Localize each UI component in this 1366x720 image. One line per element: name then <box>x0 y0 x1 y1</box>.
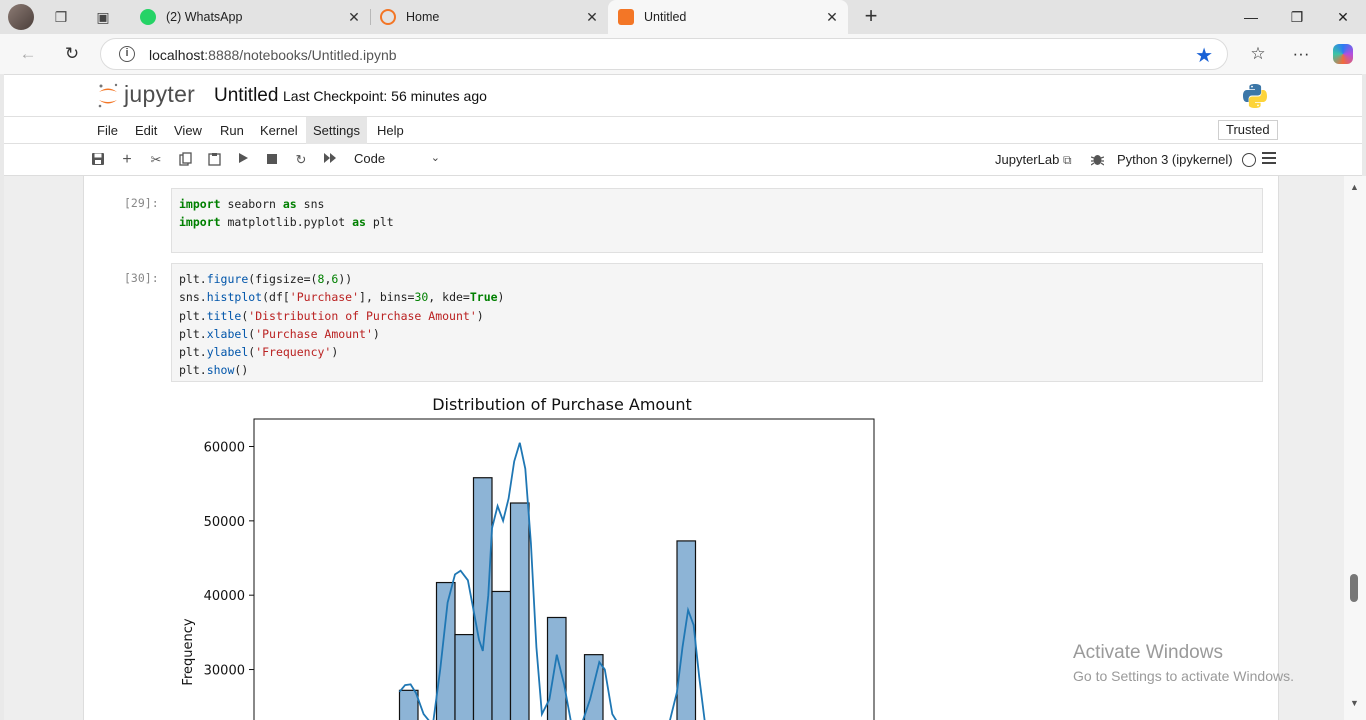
restore-button[interactable]: ❐ <box>1274 0 1320 34</box>
watermark-title: Activate Windows <box>1073 642 1223 663</box>
histogram-bar <box>454 633 475 720</box>
checkpoint-status: Last Checkpoint: 56 minutes ago <box>283 88 487 104</box>
menu-view[interactable]: View <box>167 117 209 144</box>
histogram-bar <box>472 477 493 720</box>
profile-avatar[interactable] <box>8 4 34 30</box>
more-menu-icon[interactable]: ··· <box>1290 44 1312 64</box>
restart-icon[interactable]: ↻ <box>293 152 309 168</box>
scrollbar-thumb[interactable] <box>1350 574 1358 602</box>
copilot-icon[interactable] <box>1333 44 1353 64</box>
vertical-tabs-icon[interactable]: ▣ <box>94 8 112 26</box>
favorites-icon[interactable]: ☆ <box>1247 44 1269 64</box>
scroll-up-icon[interactable]: ▲ <box>1350 182 1359 192</box>
close-icon[interactable]: ✕ <box>346 9 362 25</box>
jupyter-header: jupyter Untitled Last Checkpoint: 56 min… <box>4 74 1362 116</box>
notebook-sheet: [29]: import seaborn as sns import matpl… <box>83 176 1279 720</box>
favorite-star-icon[interactable]: ★ <box>1195 43 1213 68</box>
copy-icon[interactable] <box>177 152 193 168</box>
menu-edit[interactable]: Edit <box>128 117 164 144</box>
menu-kernel[interactable]: Kernel <box>253 117 305 144</box>
y-tick-label: 30000 <box>204 664 245 679</box>
y-axis-label: Frequency <box>181 618 196 685</box>
histogram-bar <box>491 590 512 720</box>
python-logo-icon <box>1243 84 1267 108</box>
add-cell-icon[interactable]: + <box>119 152 135 168</box>
site-info-icon[interactable]: i <box>119 46 135 62</box>
run-icon[interactable] <box>235 152 251 168</box>
vertical-scrollbar[interactable]: ▲ ▼ <box>1344 176 1366 720</box>
y-axis: 30000 40000 50000 60000 <box>204 441 254 679</box>
histogram-bar <box>676 540 697 720</box>
tab-title: Home <box>406 10 440 24</box>
output-plot: Distribution of Purchase Amount 30000 400… <box>181 395 875 720</box>
menu-bar: File Edit View Run Kernel Settings Help … <box>4 116 1362 144</box>
notebook-panel: [29]: import seaborn as sns import matpl… <box>4 176 1344 720</box>
menu-settings[interactable]: Settings <box>306 117 367 144</box>
y-tick-label: 40000 <box>204 589 245 604</box>
scroll-down-icon[interactable]: ▼ <box>1350 698 1359 708</box>
chart-title: Distribution of Purchase Amount <box>432 395 692 414</box>
histogram-bar <box>435 581 456 720</box>
workspaces-icon[interactable]: ❐ <box>52 8 70 26</box>
histogram-bar <box>509 502 530 720</box>
cut-icon[interactable]: ✂ <box>148 152 164 168</box>
jupyter-logo-icon <box>98 83 118 108</box>
back-button[interactable]: ← <box>18 44 38 64</box>
notebook-toolbar: + ✂ ↻ Code ⌄ JupyterLab ⧉ Python 3 (ipyk… <box>4 144 1362 176</box>
new-tab-button[interactable]: + <box>860 5 882 27</box>
url-text[interactable]: localhost:8888/notebooks/Untitled.ipynb <box>149 47 397 63</box>
tab-whatsapp[interactable]: (2) WhatsApp ✕ <box>130 0 370 34</box>
tab-home[interactable]: Home ✕ <box>370 0 608 34</box>
menu-icon[interactable] <box>1262 152 1276 166</box>
kernel-status-icon <box>1242 153 1256 167</box>
browser-tab-bar: ❐ ▣ (2) WhatsApp ✕ Home ✕ Untitled ✕ + —… <box>0 0 1366 34</box>
cell-type-select[interactable]: Code ⌄ <box>354 151 446 169</box>
y-tick-label: 60000 <box>204 441 245 456</box>
close-window-button[interactable]: ✕ <box>1320 0 1366 34</box>
kernel-name[interactable]: Python 3 (ipykernel) <box>1117 152 1233 167</box>
menu-help[interactable]: Help <box>370 117 411 144</box>
histogram-bar <box>398 689 419 720</box>
jupyterlab-link[interactable]: JupyterLab ⧉ <box>995 152 1072 168</box>
address-bar-row: ← ↻ i localhost:8888/notebooks/Untitled.… <box>0 34 1366 74</box>
y-tick-label: 50000 <box>204 515 245 530</box>
url-bar[interactable]: i localhost:8888/notebooks/Untitled.ipyn… <box>100 38 1228 70</box>
close-icon[interactable]: ✕ <box>584 9 600 25</box>
whatsapp-icon <box>140 9 156 25</box>
tab-title: Untitled <box>644 10 687 24</box>
jupyter-icon <box>380 9 396 25</box>
notebook-title[interactable]: Untitled <box>214 85 278 107</box>
histogram-bar <box>546 616 567 720</box>
stop-icon[interactable] <box>264 152 280 168</box>
chevron-down-icon: ⌄ <box>430 152 440 164</box>
close-icon[interactable]: ✕ <box>824 9 840 25</box>
debugger-icon[interactable] <box>1089 152 1105 168</box>
watermark-subtitle: Go to Settings to activate Windows. <box>1073 668 1294 684</box>
paste-icon[interactable] <box>206 152 222 168</box>
jupyter-logo-text[interactable]: jupyter <box>124 81 195 108</box>
menu-run[interactable]: Run <box>213 117 251 144</box>
notebook-icon <box>618 9 634 25</box>
tab-title: (2) WhatsApp <box>166 10 243 24</box>
save-icon[interactable] <box>90 152 106 168</box>
run-all-icon[interactable] <box>322 152 338 168</box>
external-link-icon: ⧉ <box>1062 153 1072 167</box>
reload-button[interactable]: ↻ <box>62 44 82 64</box>
trusted-badge[interactable]: Trusted <box>1218 120 1278 140</box>
minimize-button[interactable]: — <box>1228 0 1274 34</box>
menu-file[interactable]: File <box>90 117 125 144</box>
tab-untitled[interactable]: Untitled ✕ <box>608 0 848 34</box>
